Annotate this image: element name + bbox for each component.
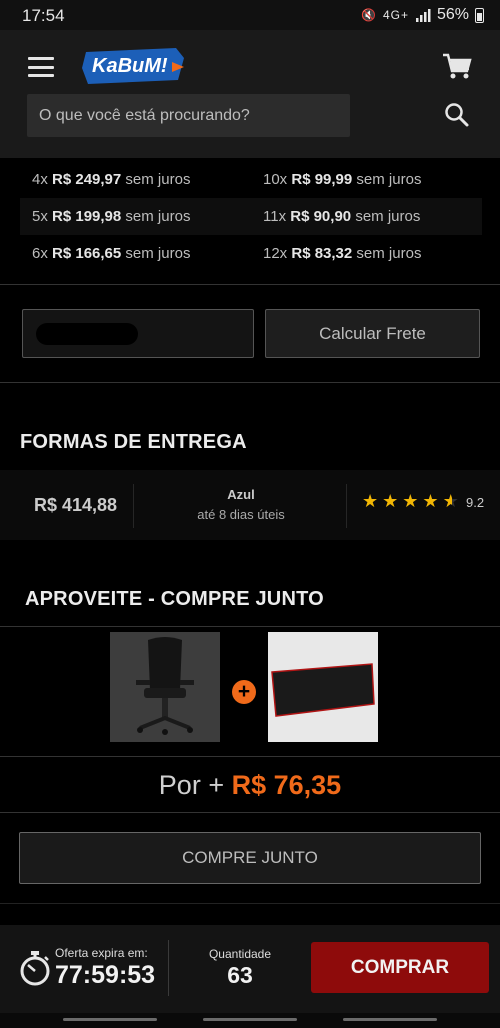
back-button[interactable] <box>343 1018 437 1021</box>
recent-apps-button[interactable] <box>63 1018 157 1021</box>
offer-timer-label: Oferta expira em: <box>55 946 148 960</box>
delivery-carrier: Azul <box>227 487 255 502</box>
hamburger-menu-icon[interactable] <box>28 57 54 77</box>
installment-cell: 12x R$ 83,32 sem juros <box>263 245 422 262</box>
delivery-eta: até 8 dias úteis <box>197 507 285 522</box>
combo-price-prefix: Por + <box>158 770 225 800</box>
star-icon: ★ <box>382 491 399 511</box>
cep-input[interactable] <box>22 309 254 358</box>
divider <box>0 382 500 383</box>
status-bar: 17:54 🔇 4G+ 56% <box>0 0 500 30</box>
cart-icon[interactable] <box>442 52 472 80</box>
quantity-value: 63 <box>227 962 253 988</box>
logo-text: KaBuM! <box>92 55 168 77</box>
quantity-label: Quantidade <box>208 947 272 961</box>
rating-value: 9.2 <box>466 495 485 510</box>
search-icon[interactable] <box>444 102 470 128</box>
divider <box>0 284 500 285</box>
stopwatch-icon <box>20 951 50 986</box>
divider <box>0 626 500 627</box>
installment-cell: 5x R$ 199,98 sem juros <box>32 208 191 225</box>
divider <box>0 812 500 813</box>
battery-percent: 56% <box>436 6 469 23</box>
mousepad-image[interactable] <box>268 632 378 742</box>
search-input[interactable]: O que você está procurando? <box>27 94 350 137</box>
half-star-icon: ★ <box>442 491 459 511</box>
installments-table: 4x R$ 249,97 sem juros 10x R$ 99,99 sem … <box>0 158 500 285</box>
star-icon: ★ <box>362 491 379 511</box>
calculate-shipping-button[interactable]: Calcular Frete <box>265 309 480 358</box>
star-icon: ★ <box>402 491 419 511</box>
plus-icon: + <box>232 680 256 704</box>
mute-icon: 🔇 <box>361 8 377 22</box>
network-label: 4G+ <box>382 8 409 22</box>
system-nav-bar <box>0 1013 500 1028</box>
divider <box>133 484 134 528</box>
status-time: 17:54 <box>22 6 65 25</box>
installment-cell: 6x R$ 166,65 sem juros <box>32 245 191 262</box>
kabum-logo[interactable]: KaBuM! <box>80 46 186 86</box>
buy-button[interactable]: COMPRAR <box>311 942 489 993</box>
redacted-cep <box>36 323 138 345</box>
combo-price-value: R$ 76,35 <box>231 770 342 800</box>
rating-stars: ★ ★ ★ ★ ★ <box>362 491 459 512</box>
offer-timer-value: 77:59:53 <box>55 961 156 989</box>
installment-cell: 4x R$ 249,97 sem juros <box>32 171 191 188</box>
signal-icon <box>415 9 431 22</box>
status-icons: 🔇 4G+ 56% <box>361 6 484 24</box>
bottom-purchase-bar: Oferta expira em: 77:59:53 Quantidade 63… <box>0 925 500 1013</box>
divider <box>168 940 169 996</box>
combo-section-title: APROVEITE - COMPRE JUNTO <box>25 588 324 610</box>
delivery-section-title: FORMAS DE ENTREGA <box>20 431 247 453</box>
divider <box>0 903 500 904</box>
home-button[interactable] <box>203 1018 297 1021</box>
divider <box>0 756 500 757</box>
header: KaBuM! O que você está procurando? <box>0 30 500 158</box>
installment-cell: 10x R$ 99,99 sem juros <box>263 171 422 188</box>
table-row: 5x R$ 199,98 sem juros 11x R$ 90,90 sem … <box>20 198 482 235</box>
delivery-price: R$ 414,88 <box>34 495 118 515</box>
table-row: 6x R$ 166,65 sem juros 12x R$ 83,32 sem … <box>20 235 482 272</box>
combo-price: Por + R$ 76,35 <box>0 770 500 801</box>
buy-together-button[interactable]: COMPRE JUNTO <box>19 832 481 884</box>
divider <box>346 484 347 528</box>
battery-icon <box>475 7 484 23</box>
gaming-chair-image[interactable] <box>110 632 220 742</box>
star-icon: ★ <box>422 491 439 511</box>
installment-cell: 11x R$ 90,90 sem juros <box>263 208 421 225</box>
table-row: 4x R$ 249,97 sem juros 10x R$ 99,99 sem … <box>20 161 482 198</box>
